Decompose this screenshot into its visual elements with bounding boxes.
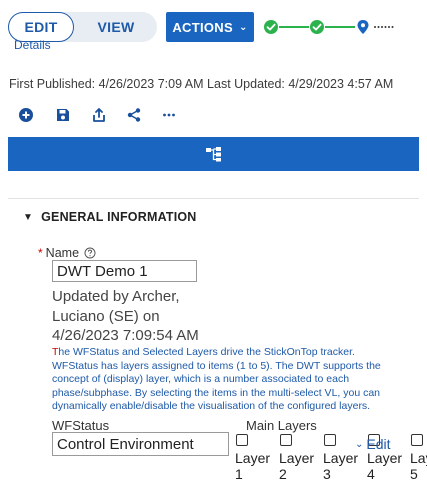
layer-checkbox[interactable] — [280, 434, 292, 446]
location-pin-icon — [357, 20, 369, 34]
chevron-down-icon: ⌄ — [355, 438, 364, 450]
layer-checkbox[interactable] — [411, 434, 423, 446]
layer-number: 1 — [235, 466, 243, 482]
name-input[interactable]: DWT Demo 1 — [52, 260, 197, 282]
hierarchy-icon — [205, 147, 221, 162]
collapse-triangle-icon: ▼ — [23, 211, 34, 223]
layer-option-2[interactable]: Layer 2 — [279, 434, 319, 482]
publish-info: First Published: 4/26/2023 7:09 AM Last … — [9, 77, 394, 91]
section-header[interactable]: ▼ GENERAL INFORMATION — [23, 210, 197, 224]
updated-by-text: Updated by Archer, Luciano (SE) on 4/26/… — [52, 288, 199, 344]
view-button[interactable]: VIEW — [80, 12, 152, 42]
export-icon[interactable] — [90, 106, 108, 124]
chevron-down-icon: ⌄ — [238, 21, 248, 33]
layer-number: 2 — [279, 466, 287, 482]
layer-word: Layer — [323, 450, 359, 466]
layer-word: Lay — [410, 450, 427, 466]
layer-word: Layer — [279, 450, 315, 466]
layer-number: 5 — [410, 466, 418, 482]
layer-checkbox[interactable] — [324, 434, 336, 446]
name-label-text: Name — [45, 246, 80, 260]
step-complete-icon — [310, 20, 324, 34]
more-icon[interactable] — [160, 106, 178, 124]
actions-button[interactable]: ACTIONS ⌄ — [166, 12, 254, 42]
wfstatus-label: WFStatus — [52, 418, 110, 433]
save-icon[interactable] — [54, 106, 72, 124]
layer-word: Layer — [235, 450, 271, 466]
step-pending-dots — [374, 26, 394, 28]
step-complete-icon — [264, 20, 278, 34]
layer-number: 4 — [367, 466, 375, 482]
details-link[interactable]: Details — [14, 38, 51, 52]
workflow-stepper — [264, 20, 394, 34]
help-icon[interactable] — [84, 247, 96, 259]
layer-option-5[interactable]: Lay 5 — [410, 434, 427, 482]
field-description: The WFStatus and Selected Layers drive t… — [52, 346, 382, 414]
main-layers-label: Main Layers — [246, 418, 317, 433]
layer-option-1[interactable]: Layer 1 — [235, 434, 275, 482]
add-icon[interactable] — [17, 106, 35, 124]
actions-label: ACTIONS — [172, 19, 233, 35]
layers-edit-link[interactable]: ⌄ Edit — [355, 436, 391, 452]
edit-link-label: Edit — [366, 436, 391, 452]
name-field-label: * Name — [38, 246, 96, 260]
layer-word: Layer — [367, 450, 403, 466]
section-title: GENERAL INFORMATION — [41, 210, 197, 224]
description-text: he WFStatus and Selected Layers drive th… — [52, 346, 381, 412]
hierarchy-banner[interactable] — [8, 137, 419, 171]
layer-checkbox[interactable] — [236, 434, 248, 446]
layer-number: 3 — [323, 466, 331, 482]
required-asterisk: * — [38, 246, 43, 260]
wfstatus-field[interactable]: Control Environment — [52, 432, 229, 456]
section-divider — [8, 198, 419, 199]
share-icon[interactable] — [125, 106, 143, 124]
